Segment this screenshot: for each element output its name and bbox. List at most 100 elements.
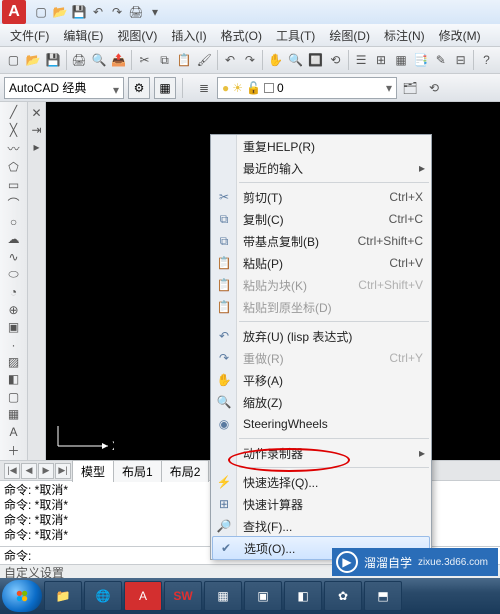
menu-modify[interactable]: 修改(M) [433,25,487,46]
sheetset-icon[interactable]: 📑 [411,49,430,71]
menu-view[interactable]: 视图(V) [111,25,163,46]
task-autocad-icon[interactable]: A [124,581,162,611]
toolpalettes-icon[interactable]: ▦ [392,49,411,71]
task-app2-icon[interactable]: ▣ [244,581,282,611]
task-app3-icon[interactable]: ◧ [284,581,322,611]
layer-manager-icon[interactable]: ≣ [193,77,215,99]
menu-tools[interactable]: 工具(T) [270,25,321,46]
workspace-settings-icon[interactable]: ⚙ [128,77,150,99]
menu-edit[interactable]: 编辑(E) [57,25,109,46]
qat-dropdown-icon[interactable]: ▾ [146,3,164,21]
ellipsearc-icon[interactable]: ◔ [3,284,25,300]
menu-item[interactable]: 🔍缩放(Z) [211,391,431,413]
menu-icon[interactable]: ▸ [33,140,39,154]
copy-icon[interactable]: ⧉ [155,49,174,71]
gradient-icon[interactable]: ◧ [3,371,25,387]
point-icon[interactable]: · [3,336,25,352]
redo-icon[interactable]: ↷ [241,49,260,71]
close-icon[interactable]: ✕ [31,106,41,120]
markup-icon[interactable]: ✎ [431,49,450,71]
save-icon[interactable]: 💾 [44,49,63,71]
spline-icon[interactable]: ∿ [3,249,25,265]
autohide-icon[interactable]: ⇥ [31,123,41,137]
preview-icon[interactable]: 🔍 [89,49,108,71]
qat-undo-icon[interactable]: ↶ [89,3,107,21]
matchprop-icon[interactable]: 🖌 [195,49,214,71]
properties-icon[interactable]: ☰ [352,49,371,71]
qat-redo-icon[interactable]: ↷ [108,3,126,21]
menu-item[interactable]: 重复HELP(R) [211,135,431,157]
menu-item[interactable]: 📋粘贴(P)Ctrl+V [211,252,431,274]
menu-item[interactable]: ⧉带基点复制(B)Ctrl+Shift+C [211,230,431,252]
pan-icon[interactable]: ✋ [266,49,285,71]
table-icon[interactable]: ▦ [3,406,25,422]
zoom-icon[interactable]: 🔍 [286,49,305,71]
menu-item[interactable]: ✂剪切(T)Ctrl+X [211,186,431,208]
new-icon[interactable]: ▢ [4,49,23,71]
menu-item[interactable]: 最近的输入 [211,157,431,179]
addselected-icon[interactable]: ＋ [3,441,25,460]
menu-item[interactable]: ⊞快速计算器 [211,493,431,515]
qat-open-icon[interactable]: 📂 [51,3,69,21]
undo-icon[interactable]: ↶ [221,49,240,71]
qat-new-icon[interactable]: ▢ [32,3,50,21]
tab-prev-icon[interactable]: ◀ [21,463,37,479]
start-button[interactable] [2,580,42,612]
designcenter-icon[interactable]: ⊞ [372,49,391,71]
tab-first-icon[interactable]: |◀ [4,463,20,479]
revcloud-icon[interactable]: ☁ [3,231,25,247]
qat-save-icon[interactable]: 💾 [70,3,88,21]
task-explorer-icon[interactable]: 📁 [44,581,82,611]
menu-dimension[interactable]: 标注(N) [378,25,431,46]
tab-layout2[interactable]: 布局2 [161,460,210,482]
task-app5-icon[interactable]: ⬒ [364,581,402,611]
tab-layout1[interactable]: 布局1 [113,460,162,482]
calc-icon[interactable]: ⊟ [451,49,470,71]
xline-icon[interactable]: ╳ [3,121,25,137]
layer-prev-icon[interactable]: ⟲ [423,77,445,99]
task-app4-icon[interactable]: ✿ [324,581,362,611]
print-icon[interactable]: 🖨 [70,49,89,71]
cut-icon[interactable]: ✂ [135,49,154,71]
task-solidworks-icon[interactable]: SW [164,581,202,611]
region-icon[interactable]: ▢ [3,389,25,405]
publish-icon[interactable]: 📤 [109,49,128,71]
zoomwin-icon[interactable]: 🔲 [306,49,325,71]
workspace-select[interactable]: AutoCAD 经典 [4,77,124,99]
menu-file[interactable]: 文件(F) [4,25,55,46]
ellipse-icon[interactable]: ⬭ [3,266,25,283]
insert-icon[interactable]: ⊕ [3,302,25,318]
circle-icon[interactable]: ○ [3,214,25,230]
menu-item[interactable]: ◉SteeringWheels [211,413,431,435]
menu-draw[interactable]: 绘图(D) [323,25,376,46]
task-browser-icon[interactable]: 🌐 [84,581,122,611]
mtext-icon[interactable]: A [3,424,25,440]
menu-item[interactable]: ↶放弃(U) (lisp 表达式) [211,325,431,347]
task-app1-icon[interactable]: ▦ [204,581,242,611]
tab-next-icon[interactable]: ▶ [38,463,54,479]
open-icon[interactable]: 📂 [24,49,43,71]
polyline-icon[interactable]: 〰 [3,139,25,158]
menu-item[interactable]: ⧉复制(C)Ctrl+C [211,208,431,230]
paste-icon[interactable]: 📋 [175,49,194,71]
tab-model[interactable]: 模型 [72,460,114,482]
polygon-icon[interactable]: ⬠ [3,159,25,175]
zoomprev-icon[interactable]: ⟲ [326,49,345,71]
menu-item[interactable]: ✋平移(A) [211,369,431,391]
hatch-icon[interactable]: ▨ [3,354,25,370]
menu-format[interactable]: 格式(O) [215,25,268,46]
layer-states-icon[interactable]: 🗂 [399,77,421,99]
block-icon[interactable]: ▣ [3,319,25,335]
palette-header[interactable]: ✕ ⇥ ▸ [28,102,46,460]
menu-insert[interactable]: 插入(I) [165,25,212,46]
workspace-switch-icon[interactable]: ▦ [154,77,176,99]
menu-item[interactable]: 🔎查找(F)... [211,515,431,537]
tab-last-icon[interactable]: ▶| [55,463,71,479]
arc-icon[interactable]: ⌒ [3,194,25,213]
line-icon[interactable]: ╱ [3,104,25,120]
layer-select[interactable]: ● ☀ 🔓 0 [217,77,397,99]
menu-item[interactable]: 动作录制器 [211,442,431,464]
menu-item[interactable]: ⚡快速选择(Q)... [211,471,431,493]
qat-print-icon[interactable]: 🖨 [127,3,145,21]
help-icon[interactable]: ? [477,49,496,71]
